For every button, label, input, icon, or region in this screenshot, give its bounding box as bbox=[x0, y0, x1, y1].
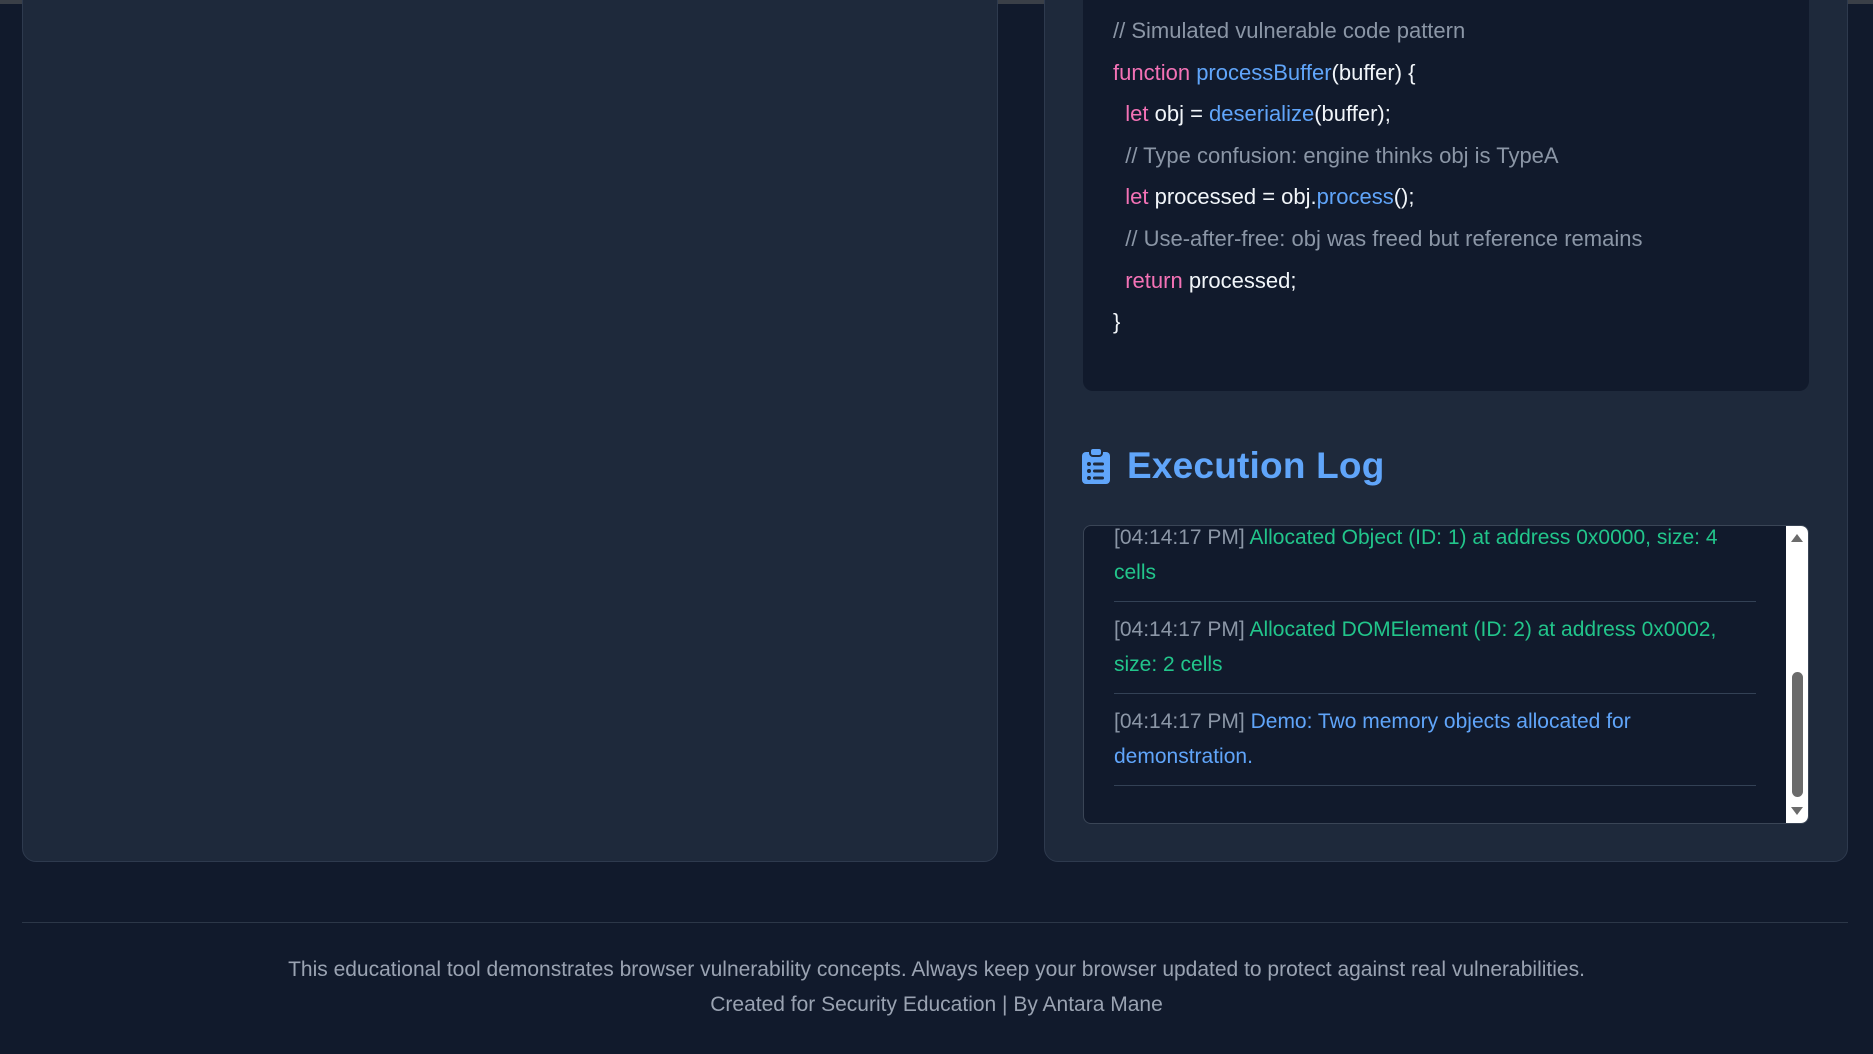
code-example-block: // Simulated vulnerable code pattern fun… bbox=[1083, 0, 1809, 391]
log-entry: [04:14:17 PM] Demo: Two memory objects a… bbox=[1114, 694, 1756, 786]
log-entry-timestamp: [04:14:17 PM] bbox=[1114, 618, 1245, 641]
code-keyword: return bbox=[1125, 267, 1183, 293]
code-text: (buffer) { bbox=[1331, 59, 1416, 85]
code-comment: // Use-after-free: obj was freed but ref… bbox=[1125, 225, 1643, 251]
footer-credits: Created for Security Education | By Anta… bbox=[710, 993, 1163, 1016]
code-text: (); bbox=[1393, 184, 1415, 210]
execution-log-container[interactable]: [04:14:17 PM] Allocated Object (ID: 1) a… bbox=[1083, 525, 1809, 824]
code-line-6: // Use-after-free: obj was freed but ref… bbox=[1113, 218, 1779, 260]
log-entry: [04:14:17 PM] Allocated DOMElement (ID: … bbox=[1114, 602, 1756, 694]
code-function-name: processBuffer bbox=[1196, 59, 1332, 85]
log-entry-timestamp: [04:14:17 PM] bbox=[1114, 526, 1245, 549]
log-entry: [04:14:17 PM] Allocated Object (ID: 1) a… bbox=[1114, 526, 1756, 602]
footer-divider bbox=[22, 922, 1848, 923]
code-text: processed = obj. bbox=[1148, 184, 1317, 210]
code-text: processed; bbox=[1182, 267, 1297, 293]
scroll-up-arrow-icon[interactable] bbox=[1791, 534, 1803, 542]
execution-log-title: Execution Log bbox=[1127, 445, 1385, 486]
code-text: obj = bbox=[1148, 101, 1210, 127]
code-function-name: process bbox=[1316, 184, 1394, 210]
code-text: (buffer); bbox=[1314, 101, 1391, 127]
code-line-5: let processed = obj.process(); bbox=[1113, 176, 1779, 218]
execution-log-heading: Execution Log bbox=[1081, 440, 1385, 492]
code-keyword: function bbox=[1113, 59, 1191, 85]
code-line-3: let obj = deserialize(buffer); bbox=[1113, 93, 1779, 135]
scroll-down-arrow-icon[interactable] bbox=[1791, 807, 1803, 815]
code-line-4: // Type confusion: engine thinks obj is … bbox=[1113, 135, 1779, 177]
footer: This educational tool demonstrates brows… bbox=[0, 952, 1873, 1022]
code-keyword: let bbox=[1125, 101, 1149, 127]
code-comment: // Type confusion: engine thinks obj is … bbox=[1125, 142, 1559, 168]
log-entry-timestamp: [04:14:17 PM] bbox=[1114, 710, 1245, 733]
execution-log-viewport: [04:14:17 PM] Allocated Object (ID: 1) a… bbox=[1084, 526, 1786, 823]
code-line-7: return processed; bbox=[1113, 260, 1779, 302]
code-keyword: let bbox=[1125, 184, 1149, 210]
code-function-name: deserialize bbox=[1209, 101, 1315, 127]
code-line-8: } bbox=[1113, 309, 1121, 335]
left-panel bbox=[22, 0, 998, 862]
footer-disclaimer: This educational tool demonstrates brows… bbox=[288, 958, 1585, 981]
code-line-1: // Simulated vulnerable code pattern bbox=[1113, 18, 1466, 43]
log-scrollbar[interactable] bbox=[1786, 526, 1808, 823]
execution-log-list: [04:14:17 PM] Allocated Object (ID: 1) a… bbox=[1114, 526, 1756, 786]
clipboard-list-icon bbox=[1082, 447, 1110, 484]
scrollbar-thumb[interactable] bbox=[1792, 672, 1803, 797]
code-line-2: function processBuffer(buffer) { bbox=[1113, 52, 1779, 94]
